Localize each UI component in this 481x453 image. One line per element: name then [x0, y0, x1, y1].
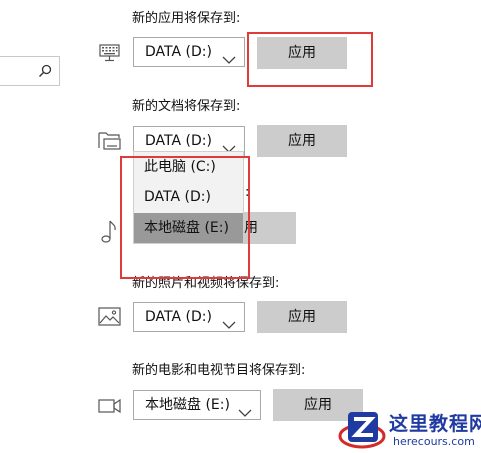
watermark-title: 这里教程网	[389, 413, 481, 435]
documents-section-title: 新的文档将保存到:	[132, 99, 241, 114]
documents-apply-button[interactable]: 应用	[257, 125, 347, 157]
chevron-down-icon	[222, 136, 236, 153]
monitor-keyboard-icon	[97, 42, 123, 66]
apps-section-title: 新的应用将保存到:	[132, 11, 241, 26]
documents-drive-value: DATA (D:)	[145, 133, 212, 149]
music-note-icon	[97, 218, 123, 243]
drive-options-list: 此电脑 (C:) DATA (D:) 本地磁盘 (E:)	[133, 151, 244, 244]
drive-option-e[interactable]: 本地磁盘 (E:)	[134, 213, 243, 243]
photos-apply-button[interactable]: 应用	[257, 301, 347, 333]
movies-section-title: 新的电影和电视节目将保存到:	[132, 363, 306, 378]
search-input[interactable]	[0, 56, 60, 86]
movies-drive-value: 本地磁盘 (E:)	[145, 397, 230, 413]
watermark-logo: 这里教程网 herecours.com	[338, 406, 481, 453]
photos-section-title: 新的照片和视频将保存到:	[132, 276, 280, 291]
drive-option-d[interactable]: DATA (D:)	[134, 182, 243, 212]
watermark-z-icon	[338, 412, 386, 449]
watermark-url: herecours.com	[393, 435, 475, 448]
photos-drive-dropdown[interactable]: DATA (D:)	[133, 302, 245, 332]
drive-option-c[interactable]: 此电脑 (C:)	[134, 152, 243, 182]
apps-drive-dropdown[interactable]: DATA (D:)	[133, 37, 245, 67]
storage-settings-page: 新的应用将保存到: DATA (D:) 应用 新的文档将保存到: DATA (D…	[0, 0, 481, 453]
apps-apply-button[interactable]: 应用	[257, 37, 347, 69]
photos-drive-value: DATA (D:)	[145, 309, 212, 325]
chevron-down-icon	[222, 312, 236, 329]
movies-drive-dropdown[interactable]: 本地磁盘 (E:)	[133, 390, 261, 420]
video-camera-icon	[97, 394, 123, 418]
image-icon	[97, 305, 123, 329]
chevron-down-icon	[222, 47, 236, 64]
music-apply-button[interactable]: 应用	[244, 212, 296, 244]
search-icon	[37, 63, 53, 79]
folder-drive-icon	[97, 128, 123, 152]
chevron-down-icon	[238, 400, 252, 417]
apps-drive-value: DATA (D:)	[145, 44, 212, 60]
